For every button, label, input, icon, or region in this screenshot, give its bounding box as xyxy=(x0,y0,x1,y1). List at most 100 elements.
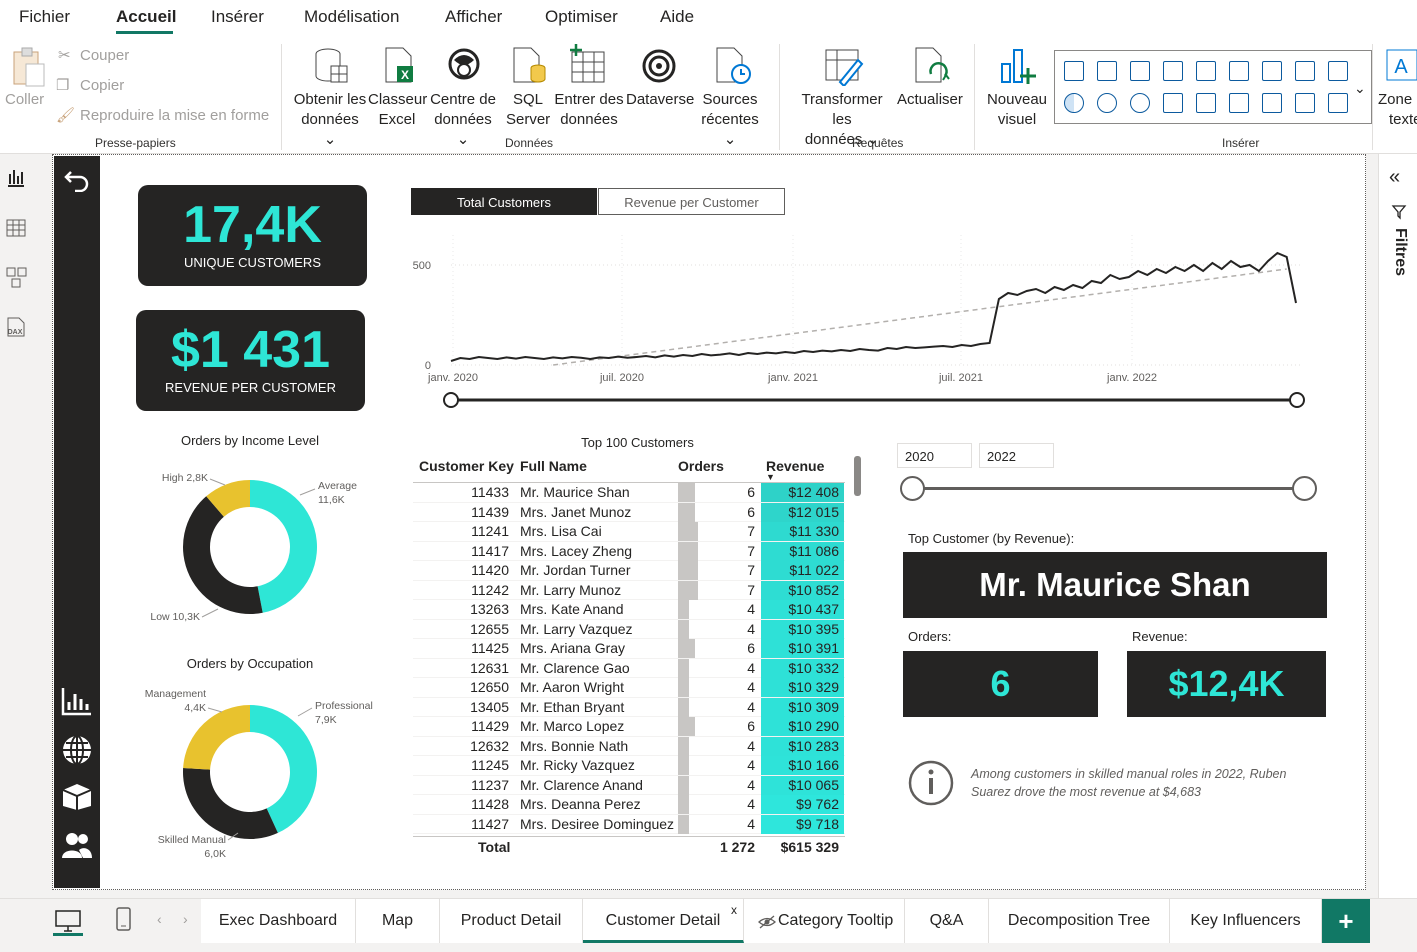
menu-accueil[interactable]: Accueil xyxy=(116,7,176,27)
copy-button[interactable]: Copier xyxy=(80,76,124,96)
visual-type-icon[interactable] xyxy=(1229,93,1249,113)
table-row[interactable]: 11241 Mrs. Lisa Cai 7 $11 330 xyxy=(413,522,845,542)
report-nav-strip xyxy=(54,156,100,888)
dataverse-button[interactable]: Dataverse xyxy=(626,90,694,110)
gallery-expand-icon[interactable]: ⌄ xyxy=(1354,80,1366,97)
col-orders[interactable]: Orders xyxy=(678,458,724,474)
visual-type-icon[interactable] xyxy=(1130,93,1150,113)
desktop-layout-icon[interactable] xyxy=(55,909,81,933)
table-row[interactable]: 12655 Mr. Larry Vazquez 4 $10 395 xyxy=(413,619,845,639)
visual-type-icon[interactable] xyxy=(1262,93,1282,113)
visual-type-icon[interactable] xyxy=(1295,93,1315,113)
back-arrow-icon[interactable] xyxy=(63,164,91,192)
prev-page-icon[interactable]: ‹ xyxy=(157,911,162,927)
cell-orders: 4 xyxy=(747,737,755,754)
col-full-name[interactable]: Full Name xyxy=(520,458,587,474)
paste-button[interactable]: Coller xyxy=(5,90,44,110)
slicer-from-input[interactable]: 2020 xyxy=(897,443,972,468)
visual-type-icon[interactable] xyxy=(1163,61,1183,81)
page-tab-map[interactable]: Map xyxy=(356,899,440,943)
page-tab-decomposition-tree[interactable]: Decomposition Tree xyxy=(989,899,1170,943)
menu-inserer[interactable]: Insérer xyxy=(211,7,264,27)
model-view-icon[interactable] xyxy=(6,266,28,288)
table-row[interactable]: 11417 Mrs. Lacey Zheng 7 $11 086 xyxy=(413,541,845,561)
refresh-button[interactable]: Actualiser xyxy=(897,90,963,110)
add-page-button[interactable]: + xyxy=(1322,899,1370,943)
excel-button[interactable]: Classeur Excel xyxy=(368,90,427,130)
datahub-button[interactable]: Centre de données ⌄ xyxy=(428,90,498,150)
mobile-layout-icon[interactable] xyxy=(115,907,133,933)
visual-type-icon[interactable] xyxy=(1328,93,1348,113)
textbox-button[interactable]: Zone texte xyxy=(1378,90,1417,130)
slicer-end-handle[interactable] xyxy=(1292,476,1317,501)
bar-chart-nav-icon[interactable] xyxy=(61,686,93,716)
slicer-to-input[interactable]: 2022 xyxy=(979,443,1054,468)
visual-type-icon[interactable] xyxy=(1295,61,1315,81)
table-row[interactable]: 11237 Mr. Clarence Anand 4 $10 065 xyxy=(413,775,845,795)
slicer-start-handle[interactable] xyxy=(900,476,925,501)
cut-button[interactable]: Couper xyxy=(80,46,129,66)
table-row[interactable]: 13263 Mrs. Kate Anand 4 $10 437 xyxy=(413,600,845,620)
visual-type-icon[interactable] xyxy=(1130,61,1150,81)
recent-sources-button[interactable]: Sources récentes ⌄ xyxy=(694,90,766,150)
cell-full-name: Mrs. Janet Munoz xyxy=(520,503,632,520)
table-row[interactable]: 11420 Mr. Jordan Turner 7 $11 022 xyxy=(413,561,845,581)
table-row[interactable]: 11427 Mrs. Desiree Dominguez 4 $9 718 xyxy=(413,814,845,834)
customers-nav-icon[interactable] xyxy=(61,830,93,860)
table-row[interactable]: 12650 Mr. Aaron Wright 4 $10 329 xyxy=(413,678,845,698)
visual-type-icon[interactable] xyxy=(1262,61,1282,81)
menu-modelisation[interactable]: Modélisation xyxy=(304,7,399,27)
table-row[interactable]: 11439 Mrs. Janet Munoz 6 $12 015 xyxy=(413,502,845,522)
visual-type-icon[interactable] xyxy=(1229,61,1249,81)
tab-total-customers[interactable]: Total Customers xyxy=(411,188,597,215)
col-customer-key[interactable]: Customer Key xyxy=(419,458,514,474)
page-tab-product-detail[interactable]: Product Detail xyxy=(440,899,583,943)
visual-type-icon[interactable] xyxy=(1196,93,1216,113)
visual-gallery[interactable] xyxy=(1054,50,1372,124)
product-box-nav-icon[interactable] xyxy=(61,782,93,812)
datahub-label-2: données xyxy=(434,111,492,128)
table-row[interactable]: 11245 Mr. Ricky Vazquez 4 $10 166 xyxy=(413,756,845,776)
visual-type-icon[interactable] xyxy=(1097,61,1117,81)
menu-optimiser[interactable]: Optimiser xyxy=(545,7,618,27)
collapse-pane-icon[interactable]: « xyxy=(1389,166,1400,189)
visual-type-icon[interactable] xyxy=(1196,61,1216,81)
page-tab-customer-detail[interactable]: Customer Detail xyxy=(583,899,744,943)
visual-type-icon[interactable] xyxy=(1064,61,1084,81)
table-row[interactable]: 11428 Mrs. Deanna Perez 4 $9 762 xyxy=(413,795,845,815)
filters-label[interactable]: Filtres xyxy=(1387,228,1409,288)
menu-afficher[interactable]: Afficher xyxy=(445,7,502,27)
sql-server-button[interactable]: SQL Server xyxy=(506,90,550,130)
visual-type-icon[interactable] xyxy=(1064,93,1084,113)
close-tab-icon[interactable]: x xyxy=(731,903,737,917)
table-row[interactable]: 11242 Mr. Larry Munoz 7 $10 852 xyxy=(413,580,845,600)
menu-aide[interactable]: Aide xyxy=(660,7,694,27)
report-view-icon[interactable] xyxy=(6,168,26,188)
page-tab-key-influencers[interactable]: Key Influencers xyxy=(1170,899,1322,943)
visual-type-icon[interactable] xyxy=(1097,93,1117,113)
table-row[interactable]: 11429 Mr. Marco Lopez 6 $10 290 xyxy=(413,717,845,737)
dax-query-icon[interactable]: DAX xyxy=(4,316,28,340)
tab-revenue-per-customer[interactable]: Revenue per Customer xyxy=(598,188,785,215)
table-row[interactable]: 13405 Mr. Ethan Bryant 4 $10 309 xyxy=(413,697,845,717)
new-visual-button[interactable]: Nouveau visuel xyxy=(986,90,1048,130)
table-row[interactable]: 11425 Mrs. Ariana Gray 6 $10 391 xyxy=(413,639,845,659)
table-row[interactable]: 12631 Mr. Clarence Gao 4 $10 332 xyxy=(413,658,845,678)
next-page-icon[interactable]: › xyxy=(183,911,188,927)
page-tab-qa[interactable]: Q&A xyxy=(905,899,989,943)
page-tab-exec-dashboard[interactable]: Exec Dashboard xyxy=(201,899,356,943)
table-scrollbar[interactable] xyxy=(854,456,861,496)
menu-fichier[interactable]: Fichier xyxy=(19,7,70,27)
globe-nav-icon[interactable] xyxy=(61,734,93,766)
enter-data-button[interactable]: Entrer des données xyxy=(553,90,625,130)
group-donnees: Données xyxy=(505,136,554,150)
visual-type-icon[interactable] xyxy=(1163,93,1183,113)
slicer-track[interactable] xyxy=(912,487,1305,490)
table-row[interactable]: 11433 Mr. Maurice Shan 6 $12 408 xyxy=(413,483,845,503)
table-view-icon[interactable] xyxy=(6,218,26,238)
enter-data-icon xyxy=(570,44,605,83)
table-row[interactable]: 12632 Mrs. Bonnie Nath 4 $10 283 xyxy=(413,736,845,756)
get-data-button[interactable]: Obtenir les données ⌄ xyxy=(293,90,367,150)
visual-type-icon[interactable] xyxy=(1328,61,1348,81)
format-painter-button[interactable]: Reproduire la mise en forme xyxy=(80,106,269,126)
